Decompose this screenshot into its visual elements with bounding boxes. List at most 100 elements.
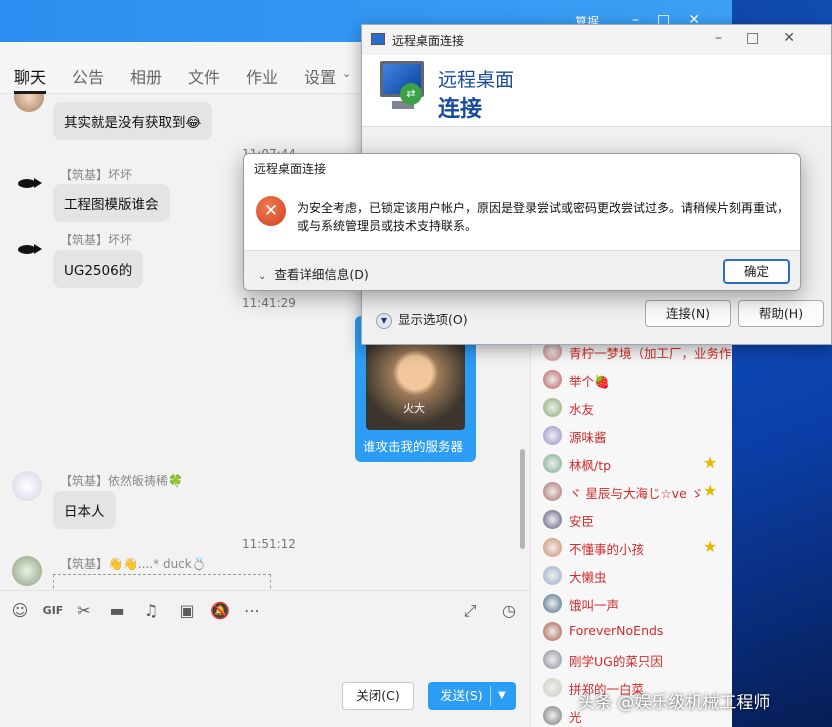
tab-homework[interactable]: 作业 (246, 64, 278, 88)
avatar[interactable] (543, 510, 562, 529)
avatar[interactable] (543, 650, 562, 669)
member-list-item[interactable]: 刚学UG的菜只因 (543, 649, 729, 671)
error-dialog: 远程桌面连接 ✕ 为安全考虑，已锁定该用户帐户，原因是登录尝试或密码更改尝试过多… (243, 153, 801, 291)
tab-settings[interactable]: 设置 (304, 64, 336, 88)
avatar[interactable] (543, 398, 562, 417)
member-list-item[interactable]: 水友 (543, 397, 729, 419)
sender-name[interactable]: 【筑基】坏坏 (60, 166, 132, 183)
member-name: ヾ 星辰与大海じ☆ve ゞ (569, 486, 704, 501)
more-icon[interactable]: ⋯ (240, 601, 264, 621)
rdp-banner: ⇄ 远程桌面 连接 (362, 55, 831, 127)
connect-arrows-icon: ⇄ (400, 83, 422, 105)
avatar[interactable] (543, 482, 562, 501)
member-name: ForeverNoEnds (569, 623, 664, 638)
music-icon[interactable]: ♫ (139, 601, 163, 621)
chevron-down-icon[interactable]: ▼ (498, 682, 506, 710)
avatar[interactable] (12, 471, 42, 501)
avatar[interactable] (543, 678, 562, 697)
member-name: 水友 (569, 402, 595, 417)
source-watermark: 头条 @娱乐级机械工程师 (578, 693, 771, 713)
member-name: 刚学UG的菜只因 (569, 654, 663, 669)
rdp-titlebar: 远程桌面连接 –□✕ (362, 25, 831, 55)
member-name: 安臣 (569, 514, 595, 529)
image-caption: 谁攻击我的服务器 (363, 439, 464, 454)
avatar[interactable] (14, 168, 44, 198)
expand-icon[interactable]: ⤢ (458, 601, 482, 621)
send-button[interactable]: 发送(S) ▼ (428, 682, 516, 710)
tab-chat[interactable]: 聊天 (14, 64, 46, 88)
member-list-item[interactable]: 安臣 (543, 509, 729, 531)
folder-icon[interactable]: ▬ (105, 601, 129, 621)
show-details-toggle[interactable]: ⌄ 查看详细信息(D) (258, 264, 369, 283)
close-button[interactable]: 关闭(C) (342, 682, 414, 710)
error-message: 为安全考虑，已锁定该用户帐户，原因是登录尝试或密码更改尝试过多。请稍候片刻再重试… (297, 201, 790, 233)
member-list-item[interactable]: 源味酱 (543, 425, 729, 447)
connect-button[interactable]: 连接(N) (645, 300, 731, 327)
ok-button[interactable]: 确定 (723, 259, 790, 284)
quoted-message-preview[interactable] (53, 574, 271, 590)
scissors-icon[interactable]: ✂ (72, 601, 96, 621)
member-list-item[interactable]: 大懒虫 (543, 565, 729, 587)
avatar[interactable] (543, 538, 562, 557)
tab-announcement[interactable]: 公告 (72, 64, 104, 88)
message-input-area[interactable]: 关闭(C) 发送(S) ▼ (0, 630, 530, 727)
tab-files[interactable]: 文件 (188, 64, 220, 88)
banner-title-line1: 远程桌面 (438, 69, 515, 91)
image-icon[interactable]: ▣ (175, 601, 199, 621)
member-list-item[interactable]: 不懂事的小孩 ★ (543, 537, 729, 559)
member-list[interactable]: 青柠一梦境（加工厂，业务作 举个🍓 水友 源味酱 林枫/tp ★ ヾ 星辰与大海じ☆ve ゞ… (530, 335, 732, 727)
avatar[interactable] (543, 370, 562, 389)
tab-album[interactable]: 相册 (130, 64, 162, 88)
message-bubble[interactable]: 工程图模版谁会 (53, 184, 170, 222)
avatar[interactable] (14, 94, 44, 112)
avatar[interactable] (12, 556, 42, 586)
chevron-down-icon[interactable]: ⌄ (258, 271, 266, 282)
help-button[interactable]: 帮助(H) (738, 300, 824, 327)
show-options-label: 显示选项(O) (398, 312, 468, 327)
sender-name[interactable]: 【筑基】👋👋....* duck💍 (60, 555, 207, 572)
avatar[interactable] (543, 426, 562, 445)
member-list-item[interactable]: ForeverNoEnds (543, 621, 729, 643)
mute-bell-icon[interactable]: 🔕 (208, 601, 232, 621)
avatar[interactable] (543, 454, 562, 473)
message-bubble[interactable]: UG2506的 (53, 250, 144, 288)
rdp-app-icon (371, 33, 385, 45)
member-name: 大懒虫 (569, 570, 607, 585)
member-name: 青柠一梦境（加工厂，业务作 (569, 346, 732, 361)
member-list-item[interactable]: ヾ 星辰与大海じ☆ve ゞ ★ (543, 481, 729, 503)
member-list-item[interactable]: 饿叫一声 (543, 593, 729, 615)
chevron-down-icon[interactable]: ⌄ (342, 67, 351, 80)
sender-name[interactable]: 【筑基】坏坏 (60, 231, 132, 248)
timestamp: 11:41:29 (242, 296, 296, 310)
composer-toolbar: ☺ GIF ✂ ▬ ♫ ▣ 🔕 ⋯ ⤢ ◷ (0, 590, 530, 630)
message-bubble[interactable]: 其实就是没有获取到😂 (53, 102, 213, 140)
star-badge-icon: ★ (703, 537, 718, 556)
member-name: 林枫/tp (569, 458, 612, 473)
avatar[interactable] (14, 234, 44, 264)
chat-scrollbar[interactable] (520, 449, 525, 549)
send-split-divider (490, 686, 491, 706)
history-clock-icon[interactable]: ◷ (497, 601, 521, 621)
dialog-title: 远程桌面连接 (254, 162, 327, 176)
show-options-toggle[interactable]: ▼ 显示选项(O) (376, 309, 468, 329)
timestamp: 11:51:12 (242, 537, 296, 551)
member-list-item[interactable]: 举个🍓 (543, 369, 729, 391)
sender-name[interactable]: 【筑基】依然皈祷稀🍀 (60, 472, 183, 489)
member-name: 举个🍓 (569, 374, 610, 389)
star-badge-icon: ★ (703, 481, 718, 500)
avatar[interactable] (543, 594, 562, 613)
banner-title-line2: 连接 (438, 97, 483, 122)
avatar[interactable] (543, 706, 562, 725)
message-bubble[interactable]: 日本人 (53, 491, 116, 529)
window-controls[interactable]: –□✕ (715, 30, 819, 46)
rdp-window-title: 远程桌面连接 (392, 34, 465, 48)
emoji-icon[interactable]: ☺ (8, 601, 32, 621)
star-badge-icon: ★ (703, 453, 718, 472)
avatar[interactable] (543, 566, 562, 585)
error-x-icon: ✕ (256, 196, 286, 226)
gif-icon[interactable]: GIF (40, 601, 66, 621)
member-list-item[interactable]: 林枫/tp ★ (543, 453, 729, 475)
image-label: 火大 (403, 402, 425, 415)
chevron-down-icon[interactable]: ▼ (376, 312, 392, 329)
avatar[interactable] (543, 622, 562, 641)
